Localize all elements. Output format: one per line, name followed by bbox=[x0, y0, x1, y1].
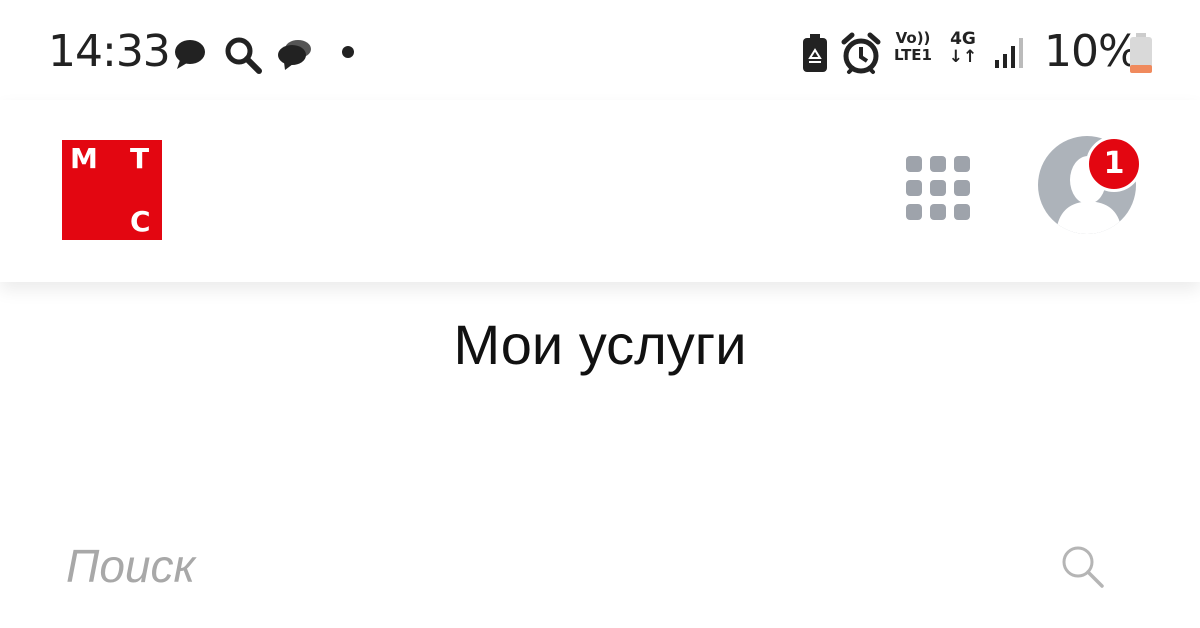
page-title: Мои услуги bbox=[453, 313, 747, 376]
network-label: 4G bbox=[950, 29, 976, 49]
battery-percent: 10% bbox=[1044, 26, 1140, 77]
battery-saver-icon bbox=[803, 34, 827, 72]
battery-icon bbox=[1130, 33, 1152, 73]
status-time: 14:33 bbox=[48, 26, 171, 77]
volte-label-bottom: LTE1 bbox=[894, 46, 932, 64]
signal-icon bbox=[995, 38, 1023, 68]
volte-label-top: Vo)) bbox=[895, 29, 931, 47]
logo-letter-s: С bbox=[130, 205, 151, 238]
alarm-icon bbox=[841, 32, 881, 74]
logo-letter-t: Т bbox=[130, 142, 150, 175]
search-icon bbox=[1062, 546, 1104, 588]
logo-letter-m: М bbox=[70, 142, 98, 175]
screen: 14:33 Vo)) LTE1 4G ↓↑ 10% М Т С 1 Мои ус… bbox=[0, 0, 1200, 628]
notification-badge: 1 bbox=[1086, 136, 1142, 192]
message-icon bbox=[175, 40, 205, 69]
status-bar: 14:33 Vo)) LTE1 4G ↓↑ 10% bbox=[0, 0, 1200, 100]
apps-button[interactable] bbox=[900, 150, 976, 226]
apps-grid-icon bbox=[906, 156, 970, 220]
search-button[interactable] bbox=[1058, 542, 1108, 592]
network-arrows: ↓↑ bbox=[948, 47, 978, 67]
search-icon bbox=[225, 37, 262, 74]
app-header: М Т С 1 bbox=[0, 100, 1200, 282]
dot-icon bbox=[342, 46, 354, 58]
network-4g-icon: 4G ↓↑ bbox=[946, 30, 980, 66]
search-bar bbox=[0, 520, 1200, 620]
mts-logo[interactable]: М Т С bbox=[62, 140, 162, 240]
volte-icon: Vo)) LTE1 bbox=[888, 30, 938, 64]
search-input[interactable] bbox=[66, 534, 1006, 598]
chat-icon bbox=[278, 40, 311, 70]
profile-button[interactable]: 1 bbox=[1036, 134, 1142, 238]
